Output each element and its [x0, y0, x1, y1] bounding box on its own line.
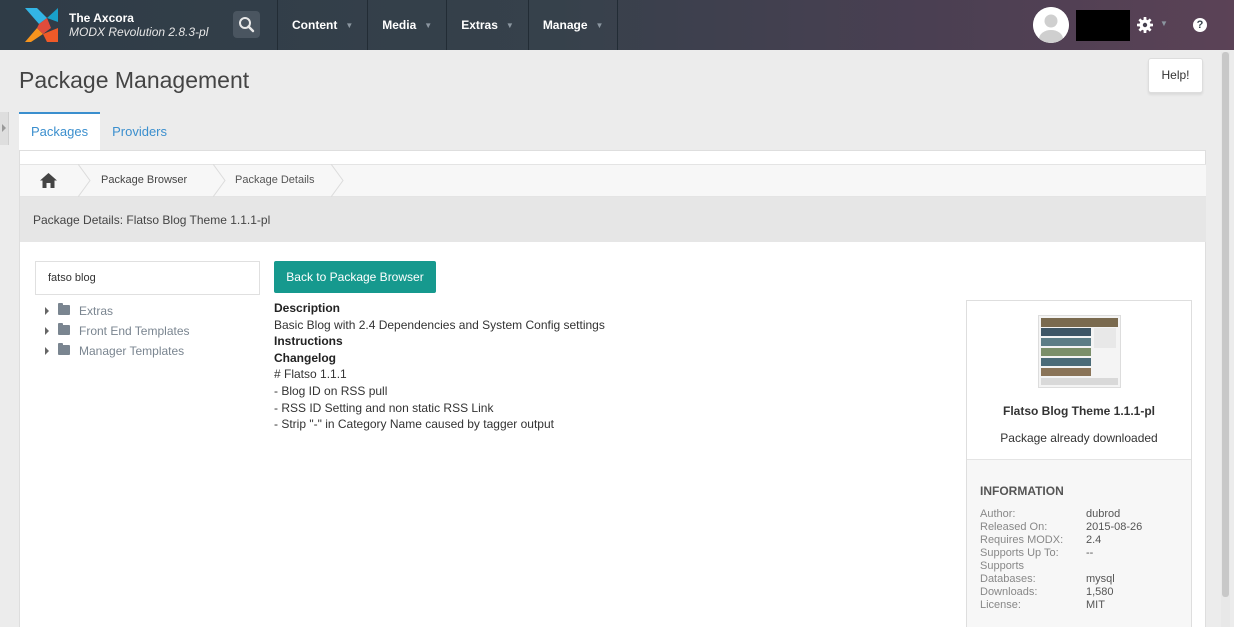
info-key: Downloads: [980, 586, 1038, 598]
expand-arrow-icon[interactable] [45, 347, 49, 355]
breadcrumb-separator [331, 164, 344, 197]
package-status: Package already downloaded [1000, 431, 1158, 445]
tree-filter-input[interactable]: fatso blog [35, 261, 260, 295]
info-key: Released On: [980, 521, 1048, 533]
package-name: Flatso Blog Theme 1.1.1-pl [1002, 404, 1156, 418]
tab-packages[interactable]: Packages [19, 112, 101, 150]
breadcrumb: Package Browser Package Details [20, 164, 1206, 197]
help-icon[interactable]: ? [1193, 18, 1207, 32]
search-icon [239, 17, 255, 33]
tab-providers[interactable]: Providers [100, 112, 179, 150]
tree-item-label: Manager Templates [79, 344, 185, 358]
info-value: dubrod [1086, 508, 1121, 520]
package-description: Description Basic Blog with 2.4 Dependen… [274, 300, 605, 433]
help-button[interactable]: Help! [1148, 58, 1203, 93]
changelog-heading: Changelog [274, 350, 336, 365]
folder-icon [58, 323, 70, 335]
info-value: -- [1086, 547, 1094, 559]
modx-logo-icon[interactable] [25, 8, 58, 42]
package-thumbnail [1038, 315, 1121, 388]
tree-item-label: Front End Templates [79, 324, 190, 338]
page-title: Package Management [19, 67, 250, 93]
nav-label: Manage [542, 18, 588, 32]
package-info-card: Flatso Blog Theme 1.1.1-pl Package alrea… [966, 300, 1192, 627]
tree-item-label: Extras [79, 304, 114, 318]
main-panel: Package Browser Package Details Package … [19, 150, 1206, 627]
scrollbar-thumb[interactable] [1222, 52, 1229, 597]
info-value: 2.4 [1086, 534, 1102, 546]
changelog-line: - Strip "-" in Category Name caused by t… [274, 417, 554, 432]
info-key: Supports [980, 560, 1025, 572]
nav-label: Extras [461, 18, 498, 32]
chevron-down-icon: ▼ [595, 20, 604, 30]
description-text: Basic Blog with 2.4 Dependencies and Sys… [274, 317, 605, 332]
info-key: Requires MODX: [980, 534, 1064, 546]
tab-bar: Packages Providers [19, 112, 179, 150]
info-key: License: [980, 599, 1021, 611]
modx-version: MODX Revolution 2.8.3-pl [69, 25, 209, 39]
info-key: Databases: [980, 573, 1036, 585]
site-brand[interactable]: The Axcora MODX Revolution 2.8.3-pl [69, 11, 208, 39]
tree-item-extras[interactable]: Extras [44, 303, 190, 323]
main-nav: Content ▼ Media ▼ Extras ▼ Manage ▼ [277, 0, 619, 50]
page-scrollbar[interactable] [1221, 52, 1230, 627]
breadcrumb-package-details: Package Details [235, 174, 315, 186]
nav-label: Content [292, 18, 338, 32]
chevron-down-icon: ▼ [505, 20, 514, 30]
breadcrumb-separator [78, 164, 91, 197]
description-heading: Description [274, 301, 341, 315]
sidebar-toggle[interactable] [0, 112, 9, 145]
user-avatar-icon[interactable] [1033, 7, 1069, 43]
home-icon[interactable] [40, 173, 57, 188]
info-value: 2015-08-26 [1086, 521, 1143, 533]
information-heading: INFORMATION [980, 484, 1064, 498]
gear-icon[interactable] [1136, 16, 1154, 34]
username-redacted[interactable] [1076, 10, 1130, 41]
changelog-line: # Flatso 1.1.1 [274, 367, 347, 382]
back-to-package-browser-button[interactable]: Back to Package Browser [274, 261, 436, 293]
info-key: Author: [980, 508, 1016, 520]
changelog-line: - Blog ID on RSS pull [274, 383, 388, 398]
expand-arrow-icon [2, 124, 6, 132]
info-value: mysql [1086, 573, 1115, 585]
chevron-down-icon[interactable]: ▼ [1160, 19, 1168, 28]
tree-item-manager-templates[interactable]: Manager Templates [44, 343, 190, 363]
folder-icon [58, 343, 70, 355]
expand-arrow-icon[interactable] [45, 327, 49, 335]
nav-content[interactable]: Content ▼ [277, 0, 367, 50]
expand-arrow-icon[interactable] [45, 307, 49, 315]
top-bar: The Axcora MODX Revolution 2.8.3-pl Cont… [0, 0, 1234, 50]
tree-item-front-end-templates[interactable]: Front End Templates [44, 323, 190, 343]
chevron-down-icon: ▼ [345, 20, 354, 30]
search-button[interactable] [233, 11, 260, 38]
info-value: 1,580 [1086, 586, 1114, 598]
info-key: Supports Up To: [980, 547, 1059, 559]
site-name: The Axcora [69, 11, 134, 25]
nav-manage[interactable]: Manage ▼ [527, 0, 619, 50]
instructions-heading: Instructions [274, 334, 343, 349]
changelog-line: - RSS ID Setting and non static RSS Link [274, 400, 494, 415]
package-information: INFORMATION Author: dubrod Released On: 20… [967, 459, 1191, 627]
info-value: MIT [1086, 599, 1105, 611]
breadcrumb-package-browser[interactable]: Package Browser [101, 174, 187, 186]
folder-icon [58, 303, 70, 315]
package-details-header: Package Details: Flatso Blog Theme 1.1.1… [20, 197, 1206, 242]
nav-label: Media [382, 18, 417, 32]
nav-media[interactable]: Media ▼ [367, 0, 446, 50]
nav-extras[interactable]: Extras ▼ [446, 0, 528, 50]
category-tree: Extras Front End Templates Manager Templ… [44, 303, 190, 363]
breadcrumb-separator [213, 164, 226, 197]
package-details-title: Package Details: Flatso Blog Theme 1.1.1… [33, 213, 271, 227]
chevron-down-icon: ▼ [424, 20, 433, 30]
